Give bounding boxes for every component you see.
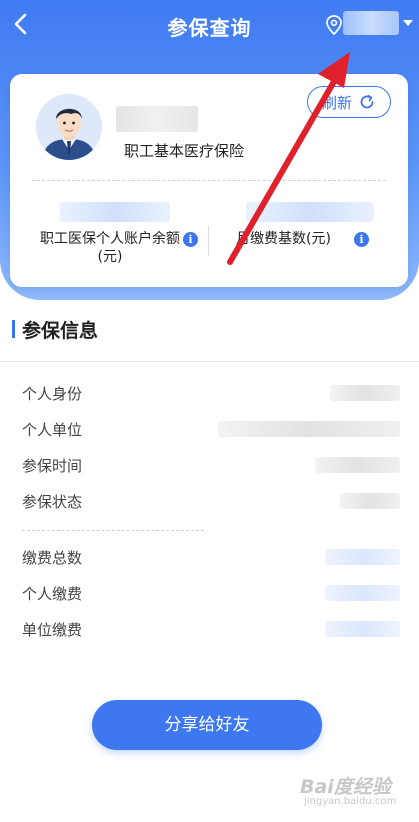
card-divider <box>32 180 386 181</box>
section-title: 参保信息 <box>22 320 99 342</box>
refresh-label: 刷新 <box>321 93 352 112</box>
watermark-main: Bai度经验 <box>300 776 391 798</box>
info-row-value-redacted <box>315 457 400 473</box>
refresh-button[interactable]: 刷新 <box>307 86 391 118</box>
watermark-sub: jingyan.baidu.com <box>304 796 397 807</box>
info-row-label: 缴费总数 <box>22 549 83 567</box>
caret-down-icon[interactable] <box>402 18 414 28</box>
info-row-label: 参保状态 <box>22 493 83 511</box>
info-row-label: 单位缴费 <box>22 621 83 639</box>
top-bar: 参保查询 <box>0 0 419 50</box>
refresh-icon <box>360 94 374 109</box>
section-accent-bar <box>12 320 15 338</box>
info-row-value-redacted <box>325 549 400 565</box>
info-icon[interactable]: i <box>183 232 198 247</box>
info-icon[interactable]: i <box>354 232 369 247</box>
share-button[interactable]: 分享给好友 <box>92 700 322 750</box>
info-row-value-redacted <box>325 585 400 601</box>
rows-divider <box>22 530 204 531</box>
account-balance-label: 职工医保个人账户余额(元) <box>40 231 180 265</box>
info-row-value-redacted <box>340 493 400 509</box>
info-row-value-redacted <box>325 621 400 637</box>
info-row-label: 个人单位 <box>22 421 83 439</box>
insurance-summary-card: 职工基本医疗保险 刷新 职工医保个人账户余额(元) i 月缴费基数(元) i <box>10 74 408 287</box>
watermark: Bai度经验 jingyan.baidu.com <box>300 768 415 816</box>
insurance-type: 职工基本医疗保险 <box>124 142 245 160</box>
city-name-redacted[interactable] <box>343 11 399 35</box>
contribution-base-label: 月缴费基数(元) <box>236 231 331 247</box>
section-divider <box>0 361 419 362</box>
stat-separator <box>208 226 209 256</box>
account-balance-redacted <box>60 202 170 222</box>
info-row-label: 个人缴费 <box>22 585 83 603</box>
info-row-value-redacted <box>218 421 400 437</box>
avatar <box>36 94 102 160</box>
location-pin-icon[interactable] <box>324 14 344 36</box>
section-header: 参保信息 <box>0 314 419 344</box>
contribution-base-redacted <box>246 202 374 222</box>
info-row-value-redacted <box>330 385 400 401</box>
info-row-label: 个人身份 <box>22 385 83 403</box>
info-row-label: 参保时间 <box>22 457 83 475</box>
holder-name-redacted <box>116 106 198 132</box>
